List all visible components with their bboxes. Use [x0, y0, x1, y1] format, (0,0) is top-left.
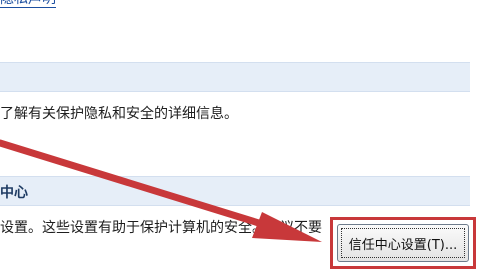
options-dialog-content: 隐私声明 了解有关保护隐私和安全的详细信息。 中心 设置。这些设置有助于保护计算… [0, 0, 500, 274]
trust-center-description: 设置。这些设置有助于保护计算机的安全。建议不要 [0, 220, 322, 236]
privacy-description: 了解有关保护隐私和安全的详细信息。 [0, 106, 238, 122]
trust-center-section-header: 中心 [0, 176, 470, 206]
trust-center-section-title: 中心 [0, 185, 28, 201]
privacy-section-header [0, 62, 470, 92]
privacy-statement-link[interactable]: 隐私声明 [0, 0, 56, 8]
trust-center-settings-button[interactable]: 信任中心设置(T)... [337, 224, 469, 262]
